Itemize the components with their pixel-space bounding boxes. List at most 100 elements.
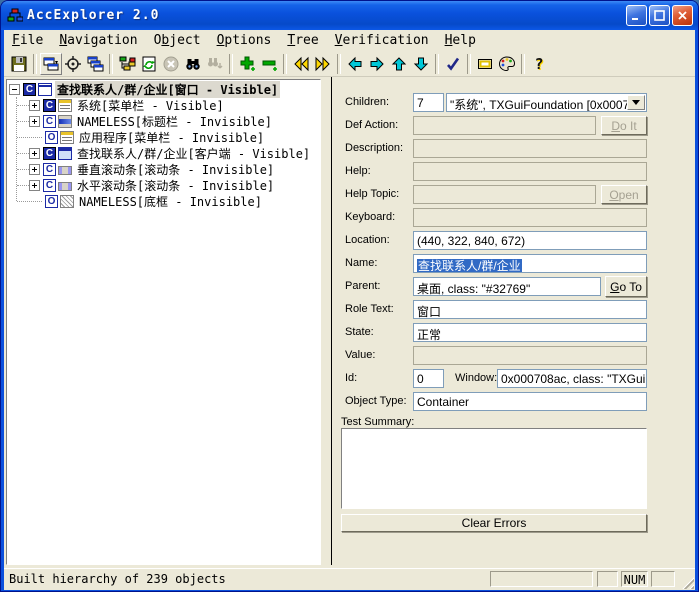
window-field[interactable]: 0x000708ac, class: "TXGuiFo bbox=[497, 369, 647, 388]
toolbar-separator bbox=[521, 54, 525, 74]
id-label: Id: bbox=[345, 372, 357, 384]
nav-left-button[interactable] bbox=[344, 53, 366, 75]
tree-item-system-menubar[interactable]: C 系统[菜单栏 - Visible] bbox=[7, 97, 320, 113]
test-summary-label: Test Summary: bbox=[341, 416, 414, 428]
menu-file[interactable]: File bbox=[4, 31, 51, 50]
value-field bbox=[413, 346, 647, 365]
jump-last-button[interactable] bbox=[312, 53, 334, 75]
panel-splitter[interactable] bbox=[331, 77, 332, 565]
toolbar-separator bbox=[467, 54, 471, 74]
help-topic-label: Help Topic: bbox=[345, 188, 399, 200]
object-type-label: Object Type: bbox=[345, 395, 407, 407]
tree-item-nameless-titlebar[interactable]: C NAMELESS[标题栏 - Invisible] bbox=[7, 113, 320, 129]
menu-options[interactable]: Options bbox=[209, 31, 280, 50]
tree-item-vertical-scrollbar[interactable]: C 垂直滚动条[滚动条 - Invisible] bbox=[7, 161, 320, 177]
collapse-icon[interactable] bbox=[9, 84, 20, 95]
name-field[interactable]: 查找联系人/群/企业 bbox=[413, 254, 647, 273]
window-label: Window: bbox=[455, 372, 497, 384]
close-button[interactable] bbox=[672, 5, 693, 26]
children-label: Children: bbox=[345, 96, 389, 108]
role-text-label: Role Text: bbox=[345, 303, 394, 315]
remove-node-button[interactable] bbox=[258, 53, 280, 75]
tree-item-client-window[interactable]: C 查找联系人/群/企业[客户端 - Visible] bbox=[7, 145, 320, 161]
palette-button[interactable] bbox=[496, 53, 518, 75]
location-label: Location: bbox=[345, 234, 390, 246]
chevron-down-icon bbox=[632, 100, 640, 109]
expand-icon[interactable] bbox=[29, 116, 40, 127]
status-bar: Built hierarchy of 239 objects NUM bbox=[4, 568, 695, 590]
nav-up-icon bbox=[390, 55, 408, 73]
tree-item-root-window[interactable]: C 查找联系人/群/企业[窗口 - Visible] bbox=[7, 81, 320, 97]
object-class-icon: O bbox=[45, 195, 58, 208]
verify-button[interactable] bbox=[442, 53, 464, 75]
nav-down-button[interactable] bbox=[410, 53, 432, 75]
refresh-button[interactable] bbox=[138, 53, 160, 75]
delete-icon bbox=[162, 55, 180, 73]
selected-text: 查找联系人/群/企业 bbox=[417, 259, 522, 273]
highlight-rect-button[interactable] bbox=[474, 53, 496, 75]
tree-item-app-menubar[interactable]: O 应用程序[菜单栏 - Invisible] bbox=[7, 129, 320, 145]
object-type-field[interactable]: Container bbox=[413, 392, 647, 411]
menu-type-icon bbox=[58, 99, 72, 112]
help-icon: ? bbox=[534, 55, 543, 73]
go-to-button[interactable]: Go To bbox=[605, 276, 647, 297]
container-class-icon: C bbox=[43, 147, 56, 160]
state-label: State: bbox=[345, 326, 374, 338]
find-icon bbox=[184, 55, 202, 73]
cascade-windows-icon bbox=[86, 55, 104, 73]
window-title: AccExplorer 2.0 bbox=[27, 8, 159, 23]
locate-crosshair-button[interactable] bbox=[62, 53, 84, 75]
jump-first-button[interactable] bbox=[290, 53, 312, 75]
container-class-icon: C bbox=[23, 83, 36, 96]
titlebar-type-icon bbox=[58, 115, 72, 128]
add-node-button[interactable] bbox=[236, 53, 258, 75]
find-next-button[interactable] bbox=[204, 53, 226, 75]
expand-icon[interactable] bbox=[29, 100, 40, 111]
expand-icon[interactable] bbox=[29, 164, 40, 175]
keyboard-label: Keyboard: bbox=[345, 211, 395, 223]
open-button[interactable]: Open bbox=[601, 185, 647, 204]
clear-errors-button[interactable]: Clear Errors bbox=[341, 514, 647, 532]
help-button[interactable]: ? bbox=[528, 53, 550, 75]
save-button[interactable] bbox=[8, 53, 30, 75]
toolbar-separator bbox=[337, 54, 341, 74]
palette-icon bbox=[498, 55, 516, 73]
delete-button[interactable] bbox=[160, 53, 182, 75]
menu-help[interactable]: Help bbox=[437, 31, 484, 50]
help-field bbox=[413, 162, 647, 181]
hierarchy-tree-button[interactable] bbox=[116, 53, 138, 75]
tree-connector-line bbox=[16, 97, 17, 201]
minimize-button[interactable] bbox=[626, 5, 647, 26]
role-text-field[interactable]: 窗口 bbox=[413, 300, 647, 319]
expand-icon[interactable] bbox=[29, 180, 40, 191]
expand-window-button[interactable] bbox=[40, 53, 62, 75]
children-combo[interactable]: "系统", TXGuiFoundation [0x00070 bbox=[446, 93, 647, 112]
remove-node-icon bbox=[260, 55, 278, 73]
parent-field[interactable]: 桌面, class: "#32769" bbox=[413, 277, 601, 296]
menu-navigation[interactable]: Navigation bbox=[51, 31, 145, 50]
location-field[interactable]: (440, 322, 840, 672) bbox=[413, 231, 647, 250]
state-field[interactable]: 正常 bbox=[413, 323, 647, 342]
menu-verification[interactable]: Verification bbox=[327, 31, 437, 50]
expand-icon[interactable] bbox=[29, 148, 40, 159]
container-class-icon: C bbox=[43, 99, 56, 112]
maximize-button[interactable] bbox=[649, 5, 670, 26]
cascade-windows-button[interactable] bbox=[84, 53, 106, 75]
toolbar-separator bbox=[229, 54, 233, 74]
tree-item-horizontal-scrollbar[interactable]: C 水平滚动条[滚动条 - Invisible] bbox=[7, 177, 320, 193]
title-bar[interactable]: AccExplorer 2.0 bbox=[1, 1, 698, 30]
find-button[interactable] bbox=[182, 53, 204, 75]
nav-up-button[interactable] bbox=[388, 53, 410, 75]
do-it-button[interactable]: Do It bbox=[601, 116, 647, 135]
resize-grip[interactable] bbox=[681, 576, 694, 589]
id-field[interactable]: 0 bbox=[413, 369, 444, 388]
menu-tree[interactable]: Tree bbox=[279, 31, 326, 50]
jump-last-icon bbox=[314, 55, 332, 73]
combo-dropdown-button[interactable] bbox=[627, 95, 645, 110]
test-summary-textarea[interactable] bbox=[341, 428, 647, 509]
menu-object[interactable]: Object bbox=[146, 31, 209, 50]
nav-right-button[interactable] bbox=[366, 53, 388, 75]
children-count-field[interactable]: 7 bbox=[413, 93, 444, 112]
tree-item-nameless-bottomframe[interactable]: O NAMELESS[底框 - Invisible] bbox=[7, 193, 320, 209]
locate-crosshair-icon bbox=[64, 55, 82, 73]
